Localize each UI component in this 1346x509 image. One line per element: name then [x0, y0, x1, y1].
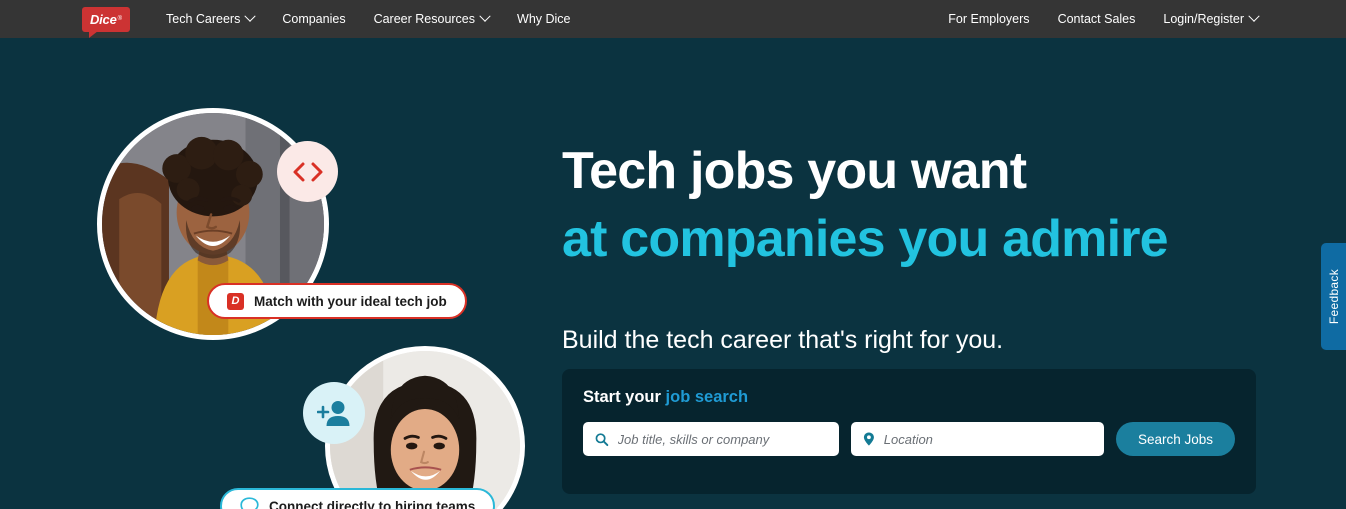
top-navigation-bar: Dice ® Tech Careers Companies Career Reso… — [0, 0, 1346, 38]
person-add-icon — [317, 401, 350, 426]
nav-item-why-dice[interactable]: Why Dice — [503, 0, 584, 38]
nav-item-why-dice-label: Why Dice — [517, 12, 571, 26]
pill-connect-label: Connect directly to hiring teams — [269, 498, 476, 509]
nav-item-career-resources-label: Career Resources — [373, 12, 476, 26]
dice-logo-icon: D — [227, 292, 244, 310]
search-panel-title-accent: job search — [665, 388, 749, 406]
hero-section: D Match with your ideal tech job Connect… — [0, 38, 1346, 509]
nav-item-companies[interactable]: Companies — [268, 0, 359, 38]
map-pin-icon — [863, 432, 874, 446]
dice-logo[interactable]: Dice ® — [82, 6, 130, 38]
nav-item-login-register-label: Login/Register — [1163, 12, 1244, 26]
feedback-tab[interactable]: Feedback — [1321, 243, 1346, 350]
nav-item-tech-careers-label: Tech Careers — [166, 12, 241, 26]
search-form-row: Search Jobs — [583, 422, 1235, 456]
location-search-field[interactable] — [850, 422, 1104, 456]
search-panel-title: Start your job search — [583, 388, 1235, 407]
pill-connect-to-hiring-teams: Connect directly to hiring teams — [220, 488, 496, 509]
person-add-badge — [303, 382, 365, 444]
pill-match-label: Match with your ideal tech job — [254, 293, 447, 309]
page-title: Tech jobs you want at companies you admi… — [562, 138, 1169, 273]
search-panel-title-prefix: Start your — [583, 388, 666, 406]
keyword-search-field[interactable] — [583, 422, 839, 456]
code-brackets-badge — [277, 141, 338, 202]
headline-line-2: at companies you admire — [562, 209, 1169, 268]
nav-item-companies-label: Companies — [282, 12, 346, 26]
feedback-tab-label: Feedback — [1326, 268, 1341, 325]
job-search-panel: Start your job search Search Jobs — [562, 369, 1256, 494]
nav-left-group: Dice ® Tech Careers Companies Career Reso… — [82, 0, 585, 38]
code-brackets-icon — [293, 162, 322, 181]
nav-item-contact-sales[interactable]: Contact Sales — [1044, 0, 1150, 38]
dice-logo-text: Dice — [89, 11, 117, 27]
nav-item-contact-sales-label: Contact Sales — [1057, 12, 1136, 26]
chevron-down-icon — [1248, 10, 1260, 22]
search-input[interactable] — [617, 431, 827, 447]
nav-item-career-resources[interactable]: Career Resources — [360, 0, 503, 38]
search-jobs-button[interactable]: Search Jobs — [1115, 422, 1235, 456]
page-subtitle: Build the tech career that's right for y… — [562, 326, 1004, 354]
headline-line-1: Tech jobs you want — [562, 142, 1027, 200]
search-icon — [595, 432, 609, 446]
pill-match-with-ideal-job: D Match with your ideal tech job — [207, 283, 467, 319]
nav-item-for-employers-label: For Employers — [948, 12, 1030, 26]
nav-right-group: For Employers Contact Sales Login/Regist… — [934, 0, 1272, 38]
chevron-down-icon — [479, 10, 491, 22]
chevron-down-icon — [244, 10, 257, 22]
chat-bubble-icon — [240, 497, 259, 509]
registered-mark-icon: ® — [117, 16, 123, 22]
nav-item-login-register[interactable]: Login/Register — [1149, 0, 1272, 38]
location-input[interactable] — [883, 431, 1092, 447]
nav-item-for-employers[interactable]: For Employers — [934, 0, 1043, 38]
nav-item-tech-careers[interactable]: Tech Careers — [152, 0, 268, 38]
